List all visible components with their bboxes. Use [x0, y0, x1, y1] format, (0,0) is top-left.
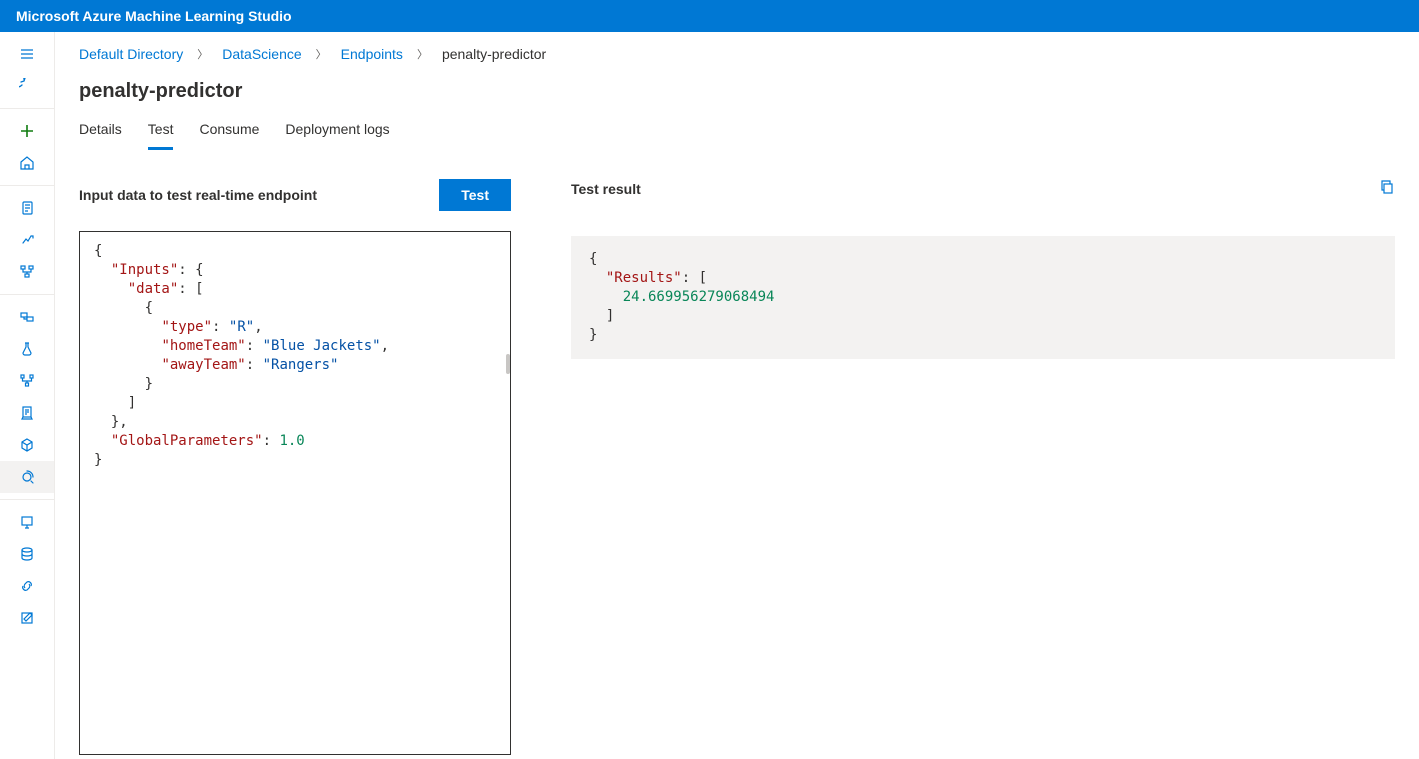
- input-label: Input data to test real-time endpoint: [79, 187, 317, 203]
- result-json-display: { "Results": [ 24.669956279068494 ] }: [571, 236, 1395, 359]
- copy-icon[interactable]: [1379, 179, 1395, 198]
- input-json-editor[interactable]: { "Inputs": { "data": [ { "type": "R", "…: [79, 231, 511, 755]
- experiment-icon[interactable]: [0, 333, 54, 365]
- result-label: Test result: [571, 181, 641, 197]
- page-title: penalty-predictor: [79, 80, 1395, 103]
- breadcrumb-link[interactable]: DataScience: [222, 46, 301, 62]
- test-button[interactable]: Test: [439, 179, 511, 211]
- chevron-right-icon: 〉: [197, 46, 208, 62]
- tab-deployment-logs[interactable]: Deployment logs: [285, 121, 389, 150]
- compute-icon[interactable]: [0, 506, 54, 538]
- breadcrumb-link[interactable]: Endpoints: [341, 46, 403, 62]
- tab-details[interactable]: Details: [79, 121, 122, 150]
- menu-icon[interactable]: [0, 38, 54, 70]
- app-title: Microsoft Azure Machine Learning Studio: [16, 8, 292, 24]
- chevron-right-icon: 〉: [316, 46, 327, 62]
- breadcrumb-link[interactable]: Default Directory: [79, 46, 183, 62]
- tabs: Details Test Consume Deployment logs: [79, 121, 1395, 151]
- notebook-icon[interactable]: [0, 192, 54, 224]
- label-icon[interactable]: [0, 602, 54, 634]
- home-icon[interactable]: [0, 147, 54, 179]
- datastore-icon[interactable]: [0, 538, 54, 570]
- endpoint-icon[interactable]: [0, 461, 54, 493]
- breadcrumb: Default Directory 〉 DataScience 〉 Endpoi…: [79, 32, 1395, 76]
- tab-consume[interactable]: Consume: [199, 121, 259, 150]
- top-bar: Microsoft Azure Machine Learning Studio: [0, 0, 1419, 32]
- designer-icon[interactable]: [0, 256, 54, 288]
- chevron-right-icon: 〉: [417, 46, 428, 62]
- model-icon[interactable]: [0, 397, 54, 429]
- sidebar: [0, 32, 55, 759]
- data-icon[interactable]: [0, 301, 54, 333]
- cube-icon[interactable]: [0, 429, 54, 461]
- scrollbar-thumb[interactable]: [506, 354, 510, 374]
- main-content: Default Directory 〉 DataScience 〉 Endpoi…: [55, 32, 1419, 759]
- automl-icon[interactable]: [0, 224, 54, 256]
- breadcrumb-current: penalty-predictor: [442, 46, 546, 62]
- link-icon[interactable]: [0, 570, 54, 602]
- add-icon[interactable]: [0, 115, 54, 147]
- pipeline-icon[interactable]: [0, 365, 54, 397]
- back-icon[interactable]: [0, 70, 54, 102]
- tab-test[interactable]: Test: [148, 121, 174, 150]
